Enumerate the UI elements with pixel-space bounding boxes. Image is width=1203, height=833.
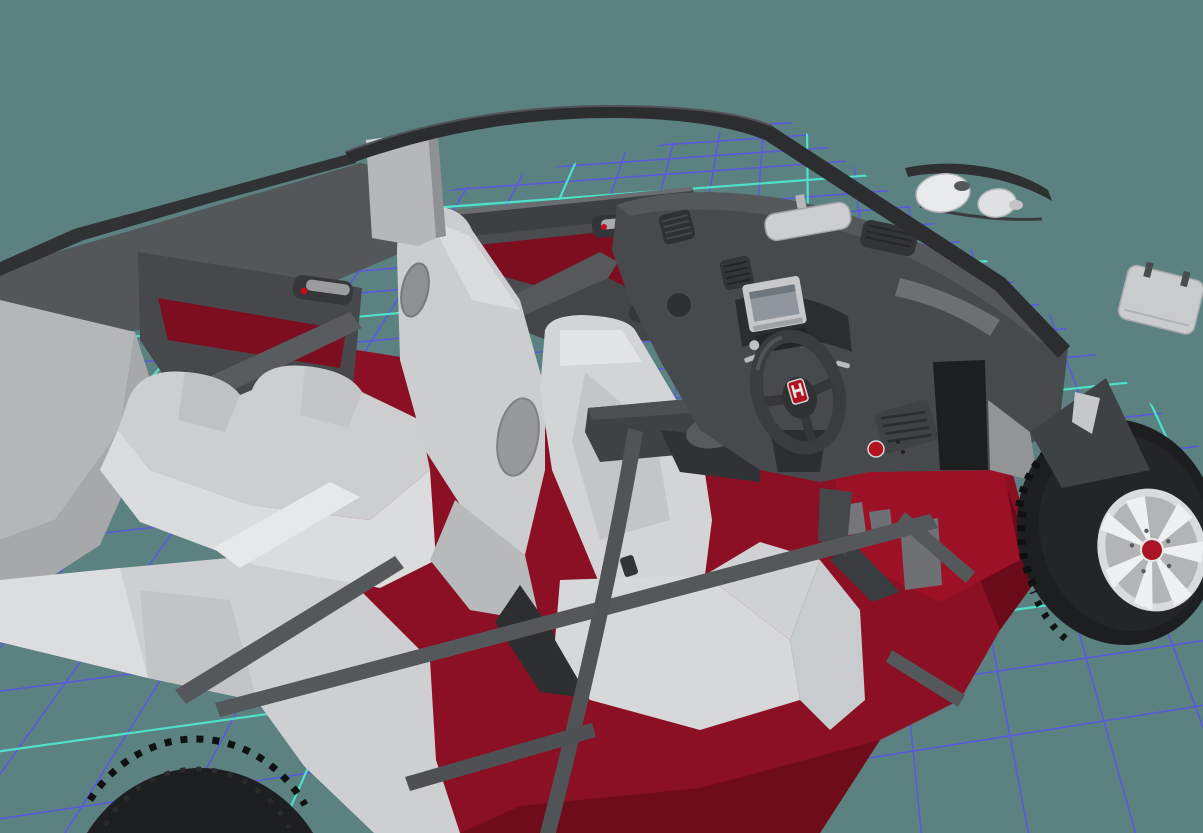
honda-badge-dash bbox=[867, 440, 885, 458]
3d-viewport[interactable] bbox=[0, 0, 1203, 833]
tweeter-speaker bbox=[665, 291, 693, 319]
